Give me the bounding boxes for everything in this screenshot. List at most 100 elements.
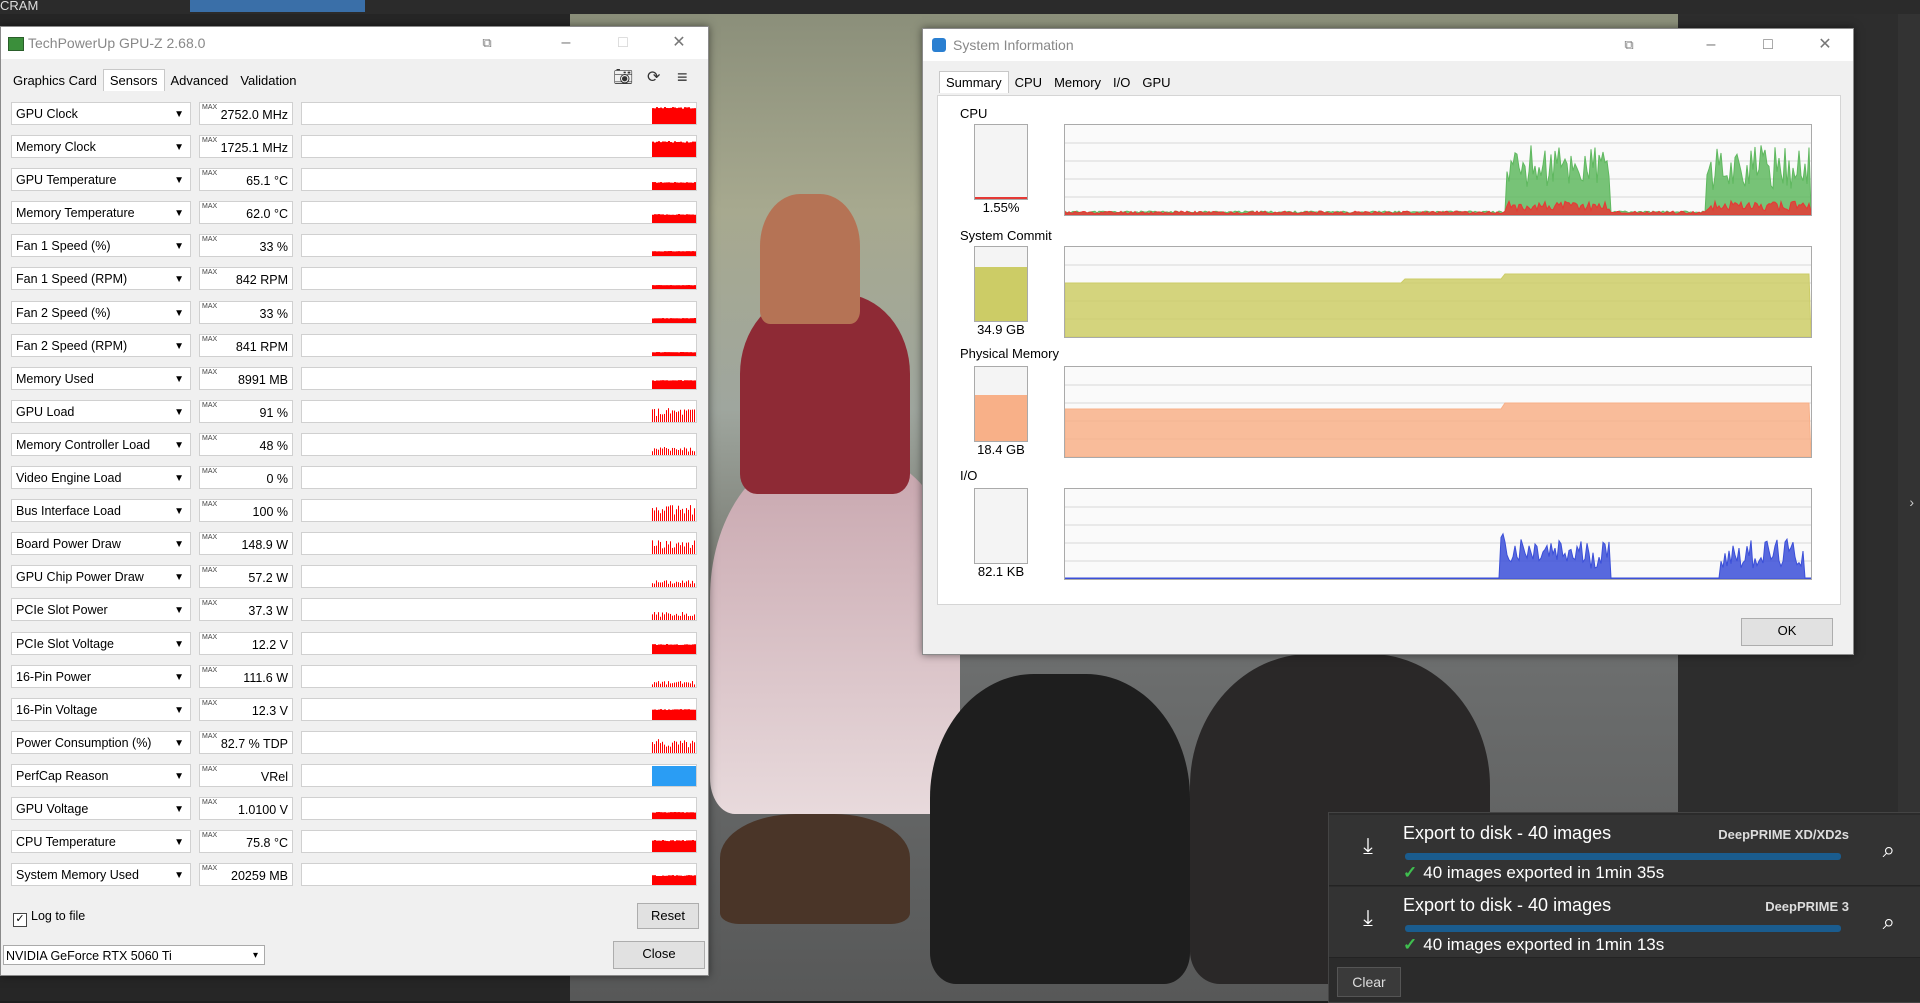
close-icon[interactable]: ✕	[1815, 35, 1835, 55]
graph-bar	[682, 182, 684, 191]
graph-bar	[682, 108, 684, 124]
tab-advanced[interactable]: Advanced	[165, 70, 235, 91]
graph-bar	[666, 643, 668, 654]
sensor-name: Fan 2 Speed (RPM)	[16, 338, 128, 353]
chevron-right-icon[interactable]: ›	[1909, 494, 1914, 510]
tab-graphics-card[interactable]: Graphics Card	[7, 70, 103, 91]
minimize-icon[interactable]: –	[556, 33, 576, 53]
sensor-name-dropdown[interactable]: Fan 2 Speed (%) ▼	[11, 300, 191, 324]
sensor-row: PCIe Slot Voltage ▼ MAX 12.2 V	[11, 629, 697, 662]
checkbox-box[interactable]: ✓	[13, 913, 27, 927]
sensor-name-dropdown[interactable]: 16-Pin Voltage ▼	[11, 697, 191, 721]
graph-bar	[674, 547, 675, 555]
graph-bar	[682, 742, 683, 753]
sensor-name: Fan 1 Speed (RPM)	[16, 272, 128, 287]
sensor-name-dropdown[interactable]: Fan 1 Speed (RPM) ▼	[11, 267, 191, 291]
export-item[interactable]: ⤓ Export to disk - 40 images DeepPRIME 3…	[1329, 887, 1920, 958]
sensor-name-dropdown[interactable]: PCIe Slot Power ▼	[11, 598, 191, 622]
tab-summary[interactable]: Summary	[939, 71, 1009, 93]
graph-bar	[654, 317, 656, 323]
sensor-value: MAX 100 %	[199, 499, 293, 523]
sensor-name-dropdown[interactable]: Bus Interface Load ▼	[11, 499, 191, 523]
chevron-down-icon: ▼	[174, 803, 184, 815]
refresh-icon[interactable]: ⟳	[647, 67, 660, 87]
graph-bar	[694, 684, 695, 687]
graph-bar	[668, 380, 670, 389]
graph-bar	[692, 380, 694, 389]
photo-person-legs	[930, 674, 1190, 984]
sensor-name-dropdown[interactable]: GPU Voltage ▼	[11, 796, 191, 820]
screenshot-mode-icon[interactable]: ⧉	[477, 33, 497, 53]
tab-io[interactable]: I/O	[1107, 72, 1136, 93]
sensor-name-dropdown[interactable]: 16-Pin Power ▼	[11, 664, 191, 688]
sensor-name-dropdown[interactable]: GPU Chip Power Draw ▼	[11, 565, 191, 589]
sensor-name-dropdown[interactable]: PerfCap Reason ▼	[11, 763, 191, 787]
tab-gpu[interactable]: GPU	[1136, 72, 1176, 93]
background-tab[interactable]	[190, 0, 365, 12]
sensor-name-dropdown[interactable]: Power Consumption (%) ▼	[11, 730, 191, 754]
graph-bar	[694, 451, 695, 455]
reset-button[interactable]: Reset	[637, 903, 699, 929]
graph-bar	[660, 708, 662, 720]
close-icon[interactable]: ✕	[669, 33, 689, 53]
minimize-icon[interactable]: –	[1701, 35, 1721, 55]
sensor-name-dropdown[interactable]: System Memory Used ▼	[11, 863, 191, 887]
tab-cpu[interactable]: CPU	[1009, 72, 1048, 93]
screenshot-mode-icon[interactable]: ⧉	[1619, 35, 1639, 55]
graph-bar	[660, 542, 661, 555]
gpuz-titlebar[interactable]: TechPowerUp GPU-Z 2.68.0 ⧉ – □ ✕	[1, 27, 708, 59]
graph-bar	[672, 142, 674, 158]
graph-bar	[678, 107, 680, 124]
sensor-name-dropdown[interactable]: Memory Clock ▼	[11, 135, 191, 159]
max-indicator: MAX	[202, 600, 218, 608]
graph-bar	[658, 351, 660, 356]
sensor-name-dropdown[interactable]: GPU Clock ▼	[11, 102, 191, 125]
graph-bar	[688, 251, 690, 257]
search-icon[interactable]: ⌕	[1883, 909, 1895, 935]
ok-button[interactable]: OK	[1741, 618, 1833, 646]
sysinfo-titlebar[interactable]: System Information ⧉ – □ ✕	[923, 29, 1853, 61]
camera-icon[interactable]: 📷︎	[613, 67, 633, 87]
sensor-name-dropdown[interactable]: GPU Temperature ▼	[11, 168, 191, 192]
maximize-icon[interactable]: □	[1758, 35, 1778, 55]
sensor-name-dropdown[interactable]: Fan 1 Speed (%) ▼	[11, 234, 191, 258]
tab-memory[interactable]: Memory	[1048, 72, 1107, 93]
max-indicator: MAX	[202, 468, 218, 476]
graph-bar	[684, 251, 686, 257]
chevron-down-icon: ▼	[174, 770, 184, 782]
graph-bar	[690, 142, 692, 158]
sensor-name-dropdown[interactable]: Memory Temperature ▼	[11, 201, 191, 225]
sensor-name-dropdown[interactable]: Fan 2 Speed (RPM) ▼	[11, 333, 191, 357]
max-indicator: MAX	[202, 368, 218, 376]
gpuz-title: TechPowerUp GPU-Z 2.68.0	[28, 35, 206, 51]
export-item[interactable]: ⤓ Export to disk - 40 images DeepPRIME X…	[1329, 815, 1920, 886]
log-to-file-label: Log to file	[31, 909, 86, 923]
graph-bar	[666, 107, 668, 124]
menu-icon[interactable]: ≡	[677, 67, 688, 88]
graph-bar	[692, 581, 693, 588]
graph-bar	[676, 614, 677, 621]
sensor-name-dropdown[interactable]: CPU Temperature ▼	[11, 830, 191, 854]
tab-sensors[interactable]: Sensors	[102, 69, 165, 91]
sensor-name-dropdown[interactable]: Video Engine Load ▼	[11, 466, 191, 490]
sensor-name-dropdown[interactable]: Memory Controller Load ▼	[11, 432, 191, 456]
log-to-file-checkbox[interactable]: ✓ Log to file	[13, 909, 85, 927]
graph-bar	[672, 214, 674, 224]
tab-validation[interactable]: Validation	[234, 70, 302, 91]
sensor-name-dropdown[interactable]: Board Power Draw ▼	[11, 532, 191, 556]
gpu-select-dropdown[interactable]: NVIDIA GeForce RTX 5060 Ti ▾	[3, 945, 265, 965]
sensor-name-dropdown[interactable]: Memory Used ▼	[11, 366, 191, 390]
graph-bar	[662, 141, 664, 158]
close-button[interactable]: Close	[613, 941, 705, 969]
graph-bar	[652, 812, 654, 819]
graph-bar	[660, 182, 662, 191]
clear-button[interactable]: Clear	[1337, 967, 1401, 997]
search-icon[interactable]: ⌕	[1883, 837, 1895, 863]
sensor-graph-svg	[652, 738, 695, 753]
graph-bar	[664, 614, 665, 621]
graph-bar	[674, 251, 676, 257]
sensor-name-dropdown[interactable]: PCIe Slot Voltage ▼	[11, 631, 191, 655]
chevron-down-icon: ▼	[174, 605, 184, 617]
sensor-name-dropdown[interactable]: GPU Load ▼	[11, 399, 191, 423]
graph-bar	[670, 413, 671, 422]
